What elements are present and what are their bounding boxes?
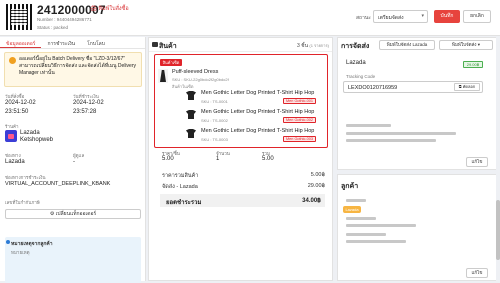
tracking-label: Tracking Code	[346, 74, 376, 79]
bundle-item-tag: Men Gothic-003	[283, 136, 317, 142]
tshirt-thumbnail	[186, 128, 196, 138]
created-label: วันที่สั่งซื้อ	[5, 94, 25, 99]
tracking-code-box: LEXDO0120716959 ⧉ คัดลอก	[343, 81, 483, 93]
price-value: 5.00	[162, 156, 174, 162]
paid-label: วันที่ชำระเงิน	[73, 94, 99, 99]
grand-total-row: ยอดชำระรวม 34.00฿	[160, 194, 325, 207]
grand-total-value: 34.00฿	[302, 198, 321, 204]
bundle-item-tag: Men Gothic-002	[283, 117, 317, 123]
bundle-name: Puff-sleeved Dress	[172, 69, 219, 75]
manager-value: -	[73, 159, 75, 165]
customer-channel-tag: Lazada	[343, 206, 361, 213]
shop-account: Ketshopweb	[20, 137, 54, 143]
lazada-logo-icon	[5, 130, 17, 142]
shipping-card: การจัดส่ง พิมพ์ใบจัดส่ง Lazada พิมพ์ใบจั…	[337, 37, 497, 170]
status-select[interactable]: เตรียมจัดส่ง ▾	[373, 10, 428, 23]
blurred-text	[346, 124, 391, 127]
order-status-meta: Status : packed	[37, 25, 69, 30]
blurred-text	[346, 233, 386, 236]
payment-value: VIRTUAL_ACCOUNT_DEEPLINK_KBANK	[5, 181, 111, 187]
qr-code-icon	[6, 4, 32, 30]
note-icon	[6, 240, 10, 244]
print-order-link[interactable]: 🖨 พิมพ์ใบสั่งซื้อ	[90, 5, 129, 13]
bundle-item-tag: Men Gothic-001	[283, 98, 317, 104]
info-icon	[9, 57, 16, 64]
bundle-item-name: Men Gothic Letter Dog Printed T-Shirt Hi…	[201, 90, 315, 96]
shop-label: ร้านค้า	[5, 124, 19, 129]
blurred-text	[346, 240, 406, 243]
tab-payment[interactable]: การชำระเงิน	[41, 37, 81, 48]
paid-date: 2024-12-02	[73, 100, 104, 106]
shipping-fee-badge: 29.00฿	[463, 61, 483, 68]
shipping-fee-label: จัดส่ง - Lazada	[162, 184, 198, 190]
subtotal-value: 5.00฿	[310, 172, 325, 178]
bundle-item-sku: SKU : TS-0001	[201, 99, 228, 104]
save-button[interactable]: บันทึก	[434, 10, 460, 23]
payment-label: ช่องทางการชำระเงิน	[5, 175, 46, 180]
blurred-text	[346, 139, 436, 142]
paid-time: 23:57:28	[73, 109, 97, 115]
order-number-meta: Number : 94404494286771	[37, 17, 92, 22]
bundle-sub-label: สินค้าในเซ็ต	[172, 84, 194, 89]
bundle-sku: SKU : SKU-22g0bdo2f2g0bdo2f	[172, 77, 229, 82]
notes-title: หมายเหตุจากลูกค้า	[11, 241, 53, 247]
dress-thumbnail	[158, 69, 168, 83]
created-time: 23:51:50	[5, 109, 29, 115]
customer-notes: หมายเหตุจากลูกค้า หมายเหตุ	[5, 237, 141, 283]
tab-order-info[interactable]: ข้อมูลออเดอร์	[0, 37, 42, 48]
customer-title: ลูกค้า	[341, 183, 359, 190]
channel-label: ช่องทาง	[5, 153, 21, 158]
bundle-badge: สินค้าเซ็ต	[160, 59, 182, 66]
blurred-text	[346, 199, 366, 202]
item-count: 3 ชิ้น (1 รายการ)	[297, 43, 329, 49]
edit-customer-button[interactable]: แก้ไข	[466, 268, 488, 278]
products-title: สินค้า	[159, 43, 177, 50]
batch-delivery-notice: ออเดอร์นี้อยู่ใน Batch Delivery ชื่อ "LZ…	[4, 52, 142, 87]
qty-value: 1	[216, 156, 220, 162]
chevron-down-icon: ▾	[421, 13, 424, 19]
manager-label: ผู้ดูแล	[73, 153, 85, 158]
bundle-item-sku: SKU : TS-0002	[201, 118, 228, 123]
print-lazada-label-button[interactable]: พิมพ์ใบจัดส่ง Lazada	[379, 40, 435, 50]
shipping-title: การจัดส่ง	[341, 43, 370, 50]
shipping-fee-value: 29.00฿	[307, 183, 325, 189]
bundle-item-sku: SKU : TS-0003	[201, 137, 228, 142]
status-label: สถานะ	[356, 15, 371, 21]
bundle-item-name: Men Gothic Letter Dog Printed T-Shirt Hi…	[201, 128, 315, 134]
carrier-name: Lazada	[346, 60, 366, 66]
bundle-item-name: Men Gothic Letter Dog Printed T-Shirt Hi…	[201, 109, 315, 115]
channel-value: Lazada	[5, 159, 25, 165]
created-date: 2024-12-02	[5, 100, 36, 106]
products-header: สินค้า 3 ชิ้น (1 รายการ)	[149, 38, 332, 52]
cart-icon	[152, 42, 158, 47]
blurred-text	[346, 132, 456, 135]
tax-label: เลขที่ใบกำกับภาษี	[5, 200, 40, 205]
subtotal-label: ราคารวมสินค้า	[162, 173, 199, 179]
order-header: 2412000007 🖨 พิมพ์ใบสั่งซื้อ Number : 94…	[0, 0, 500, 36]
shop-name: Lazada	[20, 130, 40, 136]
tshirt-thumbnail	[186, 109, 196, 119]
edit-shipping-button[interactable]: แก้ไข	[466, 157, 488, 167]
order-info-panel: ข้อมูลออเดอร์ การชำระเงิน โกบโลบ ออเดอร์…	[0, 37, 146, 283]
customer-card: ลูกค้า แก้ไข	[337, 174, 497, 281]
tshirt-thumbnail	[186, 90, 196, 100]
tracking-code: LEXDO0120716959	[348, 85, 398, 91]
grand-total-label: ยอดชำระรวม	[166, 200, 202, 206]
change-tag-button[interactable]: ⚙ เปลี่ยนแท็กออเดอร์	[5, 209, 141, 219]
blurred-text	[346, 224, 416, 227]
line-total-value: 5.00	[262, 156, 274, 162]
order-tabs: ข้อมูลออเดอร์ การชำระเงิน โกบโลบ	[0, 37, 145, 49]
blurred-text	[346, 217, 376, 220]
scrollbar-thumb[interactable]	[496, 200, 500, 260]
cancel-button[interactable]: ยกเลิก	[463, 10, 491, 23]
copy-tracking-button[interactable]: ⧉ คัดลอก	[454, 83, 480, 91]
print-label-menu-button[interactable]: พิมพ์ใบจัดส่ง ▾	[439, 40, 493, 50]
notes-sub: หมายเหตุ	[11, 250, 30, 255]
tab-third[interactable]: โกบโลบ	[81, 37, 111, 48]
